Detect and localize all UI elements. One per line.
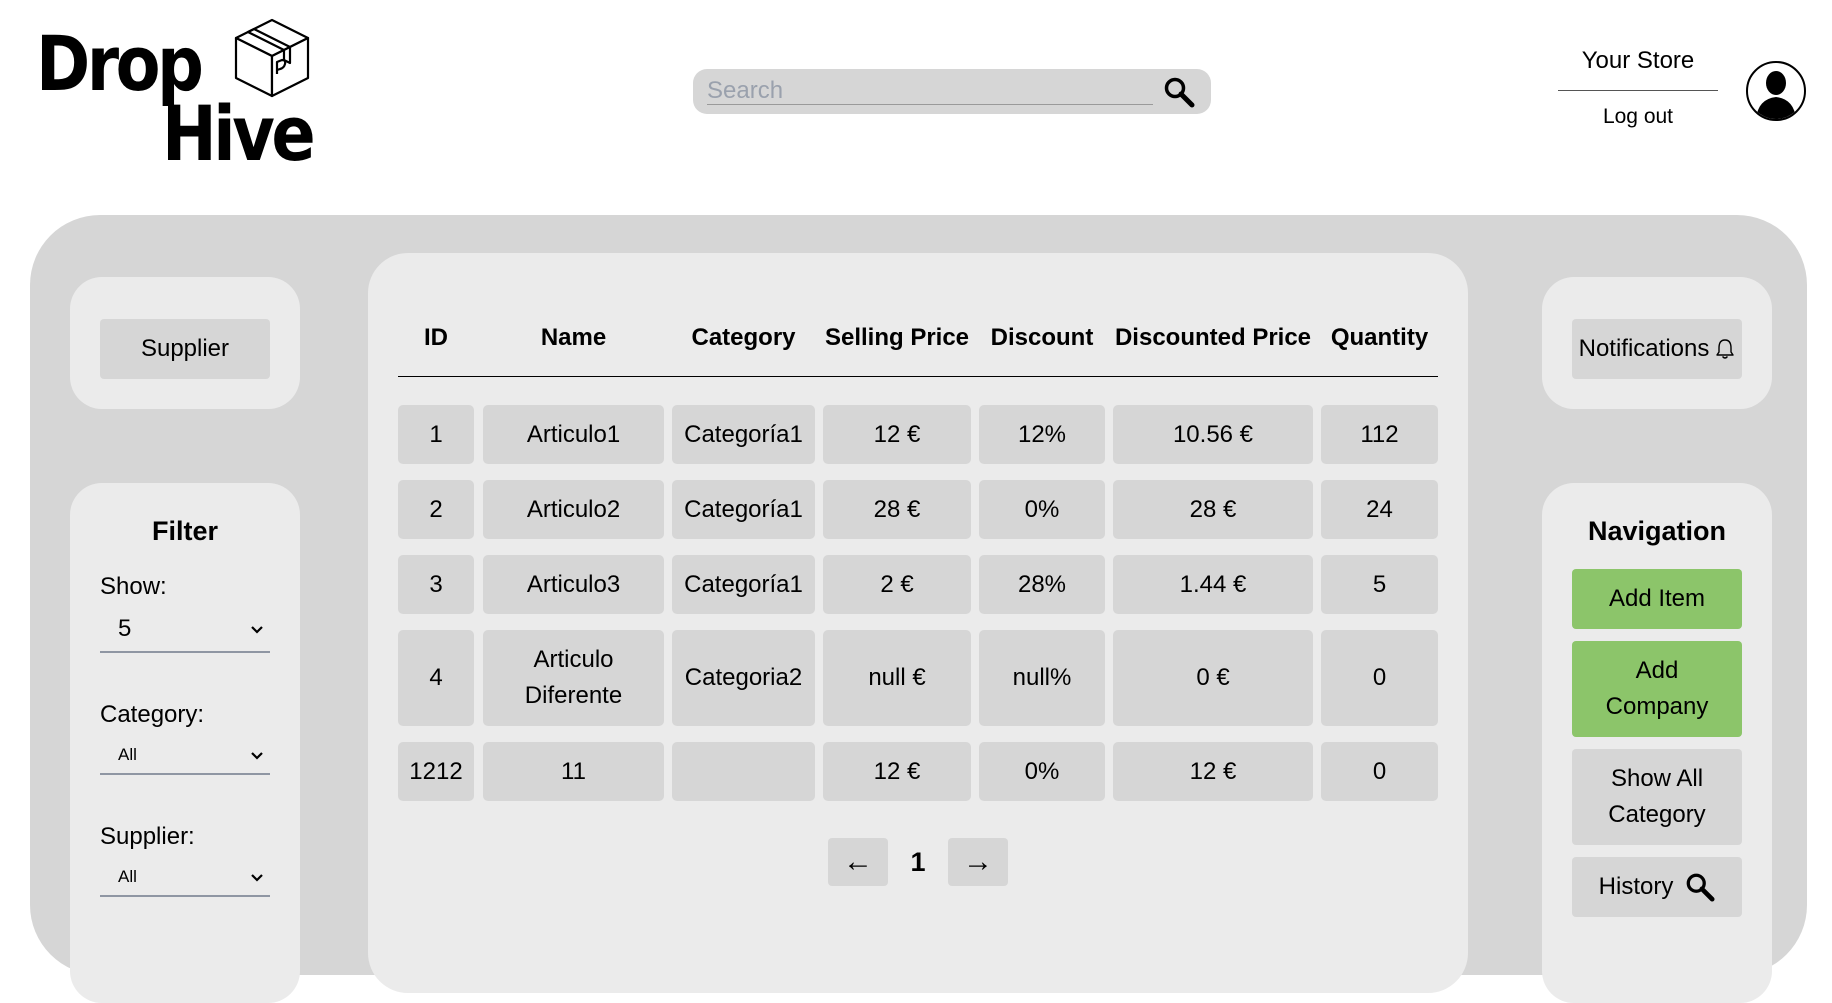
next-page-button[interactable]: → bbox=[948, 838, 1008, 886]
cell-discount: 12% bbox=[979, 405, 1105, 464]
cell-discounted-price: 10.56 € bbox=[1113, 405, 1313, 464]
add-company-button[interactable]: Add Company bbox=[1572, 641, 1742, 737]
cell-quantity: 24 bbox=[1321, 480, 1438, 539]
current-page-number: 1 bbox=[910, 846, 926, 877]
box-icon bbox=[234, 18, 310, 98]
show-select-value: 5 bbox=[118, 615, 132, 642]
show-select[interactable]: 5 bbox=[100, 613, 270, 653]
category-select-value: All bbox=[118, 745, 137, 764]
column-header-category[interactable]: Category bbox=[672, 301, 815, 375]
column-header-discounted-price[interactable]: Discounted Price bbox=[1113, 301, 1313, 375]
chevron-down-icon bbox=[251, 626, 263, 634]
column-header-selling-price[interactable]: Selling Price bbox=[823, 301, 971, 375]
store-name[interactable]: Your Store bbox=[1558, 44, 1718, 91]
navigation-title: Navigation bbox=[1587, 516, 1727, 546]
cell-discounted-price: 28 € bbox=[1113, 480, 1313, 539]
cell-quantity: 0 bbox=[1321, 742, 1438, 801]
cell-id: 2 bbox=[398, 480, 474, 539]
notifications-card: Notifications bbox=[1542, 277, 1772, 409]
supplier-card: Supplier bbox=[70, 277, 300, 409]
main-panel: Supplier Filter Show: 5 Category: All Su… bbox=[30, 215, 1807, 1003]
cell-category: Categoria2 bbox=[672, 630, 815, 726]
cell-name: 11 bbox=[483, 742, 664, 801]
cell-name: Articulo Diferente bbox=[483, 630, 664, 726]
notifications-button[interactable]: Notifications bbox=[1572, 319, 1742, 379]
column-header-discount[interactable]: Discount bbox=[979, 301, 1105, 375]
cell-quantity: 0 bbox=[1321, 630, 1438, 726]
cell-category bbox=[672, 742, 815, 801]
cell-category: Categoría1 bbox=[672, 555, 815, 614]
cell-discount: 0% bbox=[979, 480, 1105, 539]
bell-icon bbox=[1716, 339, 1735, 359]
navigation-card: Navigation Add Item Add Company Show All… bbox=[1542, 483, 1772, 1003]
cell-name: Articulo2 bbox=[483, 480, 664, 539]
header: Drop Hive Your Store Log out bbox=[0, 0, 1832, 200]
avatar[interactable] bbox=[1746, 61, 1806, 121]
column-header-name[interactable]: Name bbox=[483, 301, 664, 375]
search-icon bbox=[1686, 873, 1715, 902]
cell-selling-price: null € bbox=[823, 630, 971, 726]
cell-selling-price: 12 € bbox=[823, 742, 971, 801]
cell-discounted-price: 0 € bbox=[1113, 630, 1313, 726]
supplier-label: Supplier: bbox=[100, 823, 195, 850]
cell-category: Categoría1 bbox=[672, 405, 815, 464]
cell-id: 1 bbox=[398, 405, 474, 464]
cell-quantity: 5 bbox=[1321, 555, 1438, 614]
table-row[interactable]: 2 Articulo2 Categoría1 28 € 0% 28 € 24 bbox=[398, 480, 1438, 539]
search-button[interactable] bbox=[1161, 75, 1197, 109]
cell-quantity: 112 bbox=[1321, 405, 1438, 464]
supplier-button[interactable]: Supplier bbox=[100, 319, 270, 379]
table-row[interactable]: 3 Articulo3 Categoría1 2 € 28% 1.44 € 5 bbox=[398, 555, 1438, 614]
cell-name: Articulo3 bbox=[483, 555, 664, 614]
column-header-id[interactable]: ID bbox=[398, 301, 474, 375]
add-item-button[interactable]: Add Item bbox=[1572, 569, 1742, 629]
history-label: History bbox=[1598, 873, 1674, 900]
table-row[interactable]: 4 Articulo Diferente Categoria2 null € n… bbox=[398, 630, 1438, 726]
table-row[interactable]: 1212 11 12 € 0% 12 € 0 bbox=[398, 742, 1438, 801]
history-button[interactable]: History bbox=[1572, 857, 1742, 917]
filter-card: Filter Show: 5 Category: All Supplier: A… bbox=[70, 483, 300, 1003]
notifications-label: Notifications bbox=[1578, 335, 1710, 362]
cell-id: 1212 bbox=[398, 742, 474, 801]
chevron-down-icon bbox=[251, 874, 263, 882]
cell-selling-price: 28 € bbox=[823, 480, 971, 539]
cell-selling-price: 12 € bbox=[823, 405, 971, 464]
search-input[interactable] bbox=[707, 77, 1153, 105]
column-header-quantity[interactable]: Quantity bbox=[1321, 301, 1438, 375]
cell-discounted-price: 12 € bbox=[1113, 742, 1313, 801]
logout-link[interactable]: Log out bbox=[1558, 105, 1718, 129]
category-label: Category: bbox=[100, 701, 205, 728]
show-all-category-button[interactable]: Show All Category bbox=[1572, 749, 1742, 845]
cell-discount: 0% bbox=[979, 742, 1105, 801]
supplier-select-value: All bbox=[118, 867, 137, 886]
table-row[interactable]: 1 Articulo1 Categoría1 12 € 12% 10.56 € … bbox=[398, 405, 1438, 464]
search-icon bbox=[1164, 77, 1195, 108]
cell-discount: null% bbox=[979, 630, 1105, 726]
cell-id: 4 bbox=[398, 630, 474, 726]
supplier-select[interactable]: All bbox=[100, 865, 270, 897]
cell-selling-price: 2 € bbox=[823, 555, 971, 614]
previous-page-button[interactable]: ← bbox=[828, 838, 888, 886]
pagination: ← 1 → bbox=[368, 838, 1468, 886]
user-icon bbox=[1756, 71, 1796, 119]
cell-name: Articulo1 bbox=[483, 405, 664, 464]
search-bar bbox=[693, 69, 1211, 114]
cell-discount: 28% bbox=[979, 555, 1105, 614]
products-table-card: ID Name Category Selling Price Discount … bbox=[368, 253, 1468, 993]
logo-text-hive: Hive bbox=[162, 89, 316, 178]
store-menu: Your Store Log out bbox=[1558, 44, 1718, 129]
cell-id: 3 bbox=[398, 555, 474, 614]
logo[interactable]: Drop Hive bbox=[36, 18, 326, 172]
chevron-down-icon bbox=[251, 752, 263, 760]
show-label: Show: bbox=[100, 573, 167, 600]
cell-category: Categoría1 bbox=[672, 480, 815, 539]
cell-discounted-price: 1.44 € bbox=[1113, 555, 1313, 614]
filter-title: Filter bbox=[151, 516, 218, 546]
category-select[interactable]: All bbox=[100, 743, 270, 775]
table-header: ID Name Category Selling Price Discount … bbox=[398, 301, 1438, 377]
